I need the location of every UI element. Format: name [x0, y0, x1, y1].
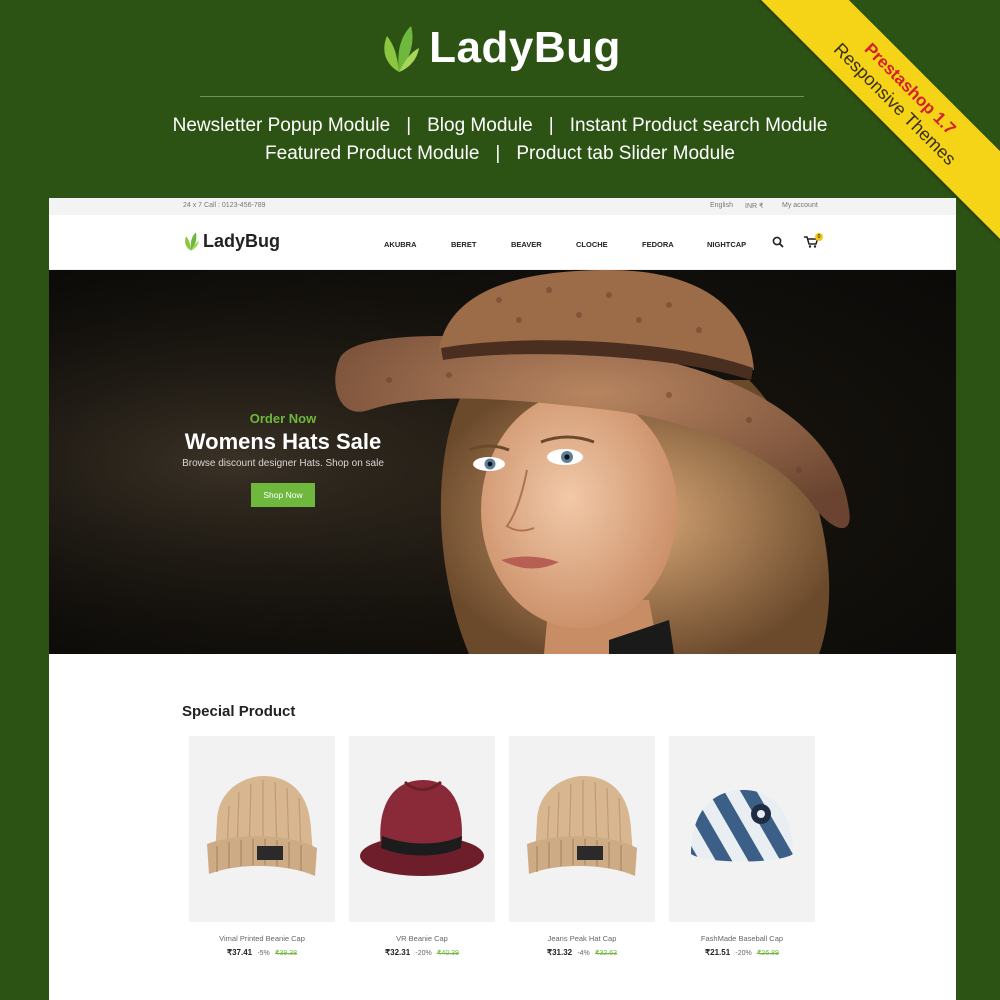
bucket-hat-icon [691, 790, 793, 862]
product-name[interactable]: VR Beanie Cap [349, 934, 495, 943]
promo-divider [200, 96, 804, 97]
shop-now-button[interactable]: Shop Now [251, 483, 315, 507]
product-price: ₹37.41 [226, 948, 253, 957]
product-old-price: ₹26.89 [756, 950, 779, 957]
section-title: Special Product [182, 703, 296, 720]
product-old-price: ₹32.63 [595, 950, 617, 957]
product-image[interactable] [669, 736, 815, 922]
feature-blog: Blog Module [427, 115, 533, 136]
hero-banner: Order Now Womens Hats Sale Browse discou… [49, 270, 956, 654]
currency-selector[interactable]: INR ₹ [745, 202, 763, 210]
hero-eyebrow: Order Now [249, 411, 317, 426]
beanie-icon [527, 776, 637, 876]
hero-text-block: Order Now Womens Hats Sale Browse discou… [163, 411, 403, 507]
menu-item-beaver[interactable]: BEAVER [511, 240, 542, 249]
product-discount: -4% [577, 950, 590, 957]
hero-title: Womens Hats Sale [184, 429, 382, 454]
leaf-logo-icon [384, 26, 420, 72]
call-info: 24 x 7 Call : 0123-456-789 [183, 202, 266, 209]
feature-featured-product: Featured Product Module [265, 143, 480, 164]
fedora-icon [360, 780, 484, 876]
hero-subtitle: Browse discount designer Hats. Shop on s… [182, 458, 384, 469]
product-name[interactable]: FashMade Baseball Cap [669, 934, 815, 943]
product-discount: -5% [257, 950, 270, 957]
store-brand-name: LadyBug [203, 230, 281, 251]
store-preview: 24 x 7 Call : 0123-456-789 English INR ₹… [49, 198, 956, 1000]
product-prices: ₹31.32 -4% ₹32.63 [509, 948, 655, 957]
product-prices: ₹37.41 -5% ₹39.38 [189, 948, 335, 957]
product-image[interactable] [349, 736, 495, 922]
feature-tab-slider: Product tab Slider Module [516, 143, 735, 164]
beanie-icon [207, 776, 317, 876]
language-selector[interactable]: English [710, 202, 733, 209]
store-logo[interactable]: LadyBug [183, 230, 280, 252]
menu-item-beret[interactable]: BERET [451, 240, 476, 249]
promo-brand-name: LadyBug [429, 23, 621, 72]
menu-item-fedora[interactable]: FEDORA [642, 240, 674, 249]
product-image[interactable] [189, 736, 335, 922]
menu-item-nightcap[interactable]: NIGHTCAP [707, 240, 746, 249]
product-name[interactable]: Jeans Peak Hat Cap [509, 934, 655, 943]
product-price: ₹32.31 [385, 948, 411, 957]
product-name[interactable]: Vimal Printed Beanie Cap [189, 934, 335, 943]
main-nav: LadyBug AKUBRA BERET BEAVER CLOCHE FEDOR… [49, 215, 956, 270]
top-bar: 24 x 7 Call : 0123-456-789 English INR ₹… [49, 198, 956, 215]
product-old-price: ₹39.38 [275, 950, 297, 957]
product-image[interactable] [509, 736, 655, 922]
product-price: ₹31.32 [546, 948, 573, 957]
product-price: ₹21.51 [705, 948, 731, 957]
ribbon-tagline: Responsive Themes [829, 39, 960, 170]
leaf-logo-icon [185, 232, 199, 251]
cart-count-badge: 0 [815, 233, 823, 241]
product-prices: ₹32.31 -20% ₹40.39 [349, 948, 495, 957]
menu-item-akubra[interactable]: AKUBRA [384, 240, 417, 249]
product-card[interactable]: VR Beanie Cap ₹32.31 -20% ₹40.39 [349, 736, 495, 957]
search-icon[interactable] [772, 236, 784, 248]
product-old-price: ₹40.39 [436, 950, 459, 957]
product-card[interactable]: Jeans Peak Hat Cap ₹31.32 -4% ₹32.63 [509, 736, 655, 957]
product-prices: ₹21.51 -20% ₹26.89 [669, 948, 815, 957]
menu-item-cloche[interactable]: CLOCHE [576, 240, 608, 249]
separator: | [548, 115, 554, 136]
product-card[interactable]: FashMade Baseball Cap ₹21.51 -20% ₹26.89 [669, 736, 815, 957]
feature-newsletter: Newsletter Popup Module [172, 115, 391, 136]
separator: | [406, 115, 412, 136]
product-card[interactable]: Vimal Printed Beanie Cap ₹37.41 -5% ₹39.… [189, 736, 335, 957]
separator: | [495, 143, 501, 164]
my-account-link[interactable]: My account [782, 202, 818, 209]
product-discount: -20% [415, 950, 432, 957]
product-discount: -20% [735, 950, 752, 957]
